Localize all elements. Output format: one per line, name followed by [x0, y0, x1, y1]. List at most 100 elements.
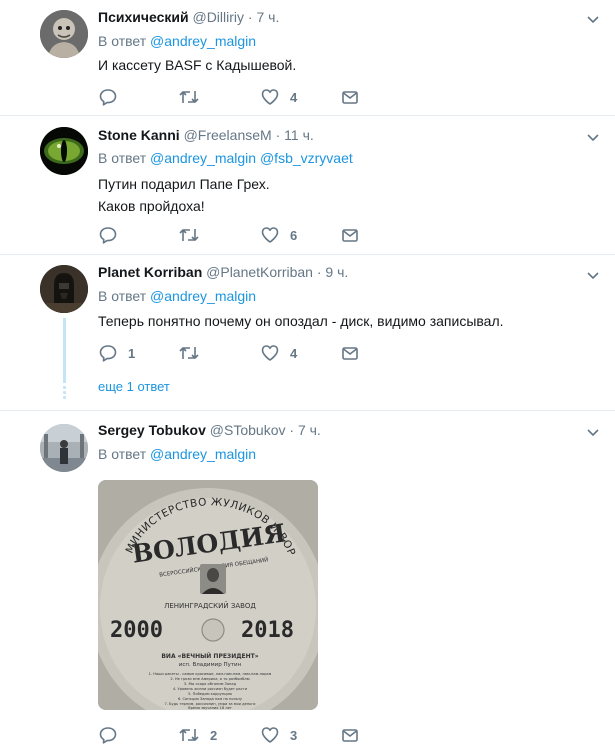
record-label-image: МИНИСТЕРСТВО ЖУЛИКОВ И ВОРОВ ВОЛОДИЯ ВСЕ… [98, 480, 318, 710]
user-handle[interactable]: @PlanetKorriban [206, 264, 313, 280]
thread-dot [63, 396, 66, 399]
retweet-icon [179, 91, 199, 103]
retweet-icon [179, 347, 199, 359]
avatar[interactable] [40, 265, 88, 313]
thread-dot [63, 391, 66, 394]
tweet-actions: 6 [98, 223, 398, 247]
reply-context: В ответ @andrey_malgin @fsb_vzryvaet [98, 150, 353, 166]
label-track: 1. Наши ракеты - самые красивые, пам-пам… [149, 672, 272, 676]
retweet-button[interactable] [178, 223, 210, 247]
tweet-freelansem[interactable]: Stone Kanni @FreelanseM · 11 ч. В ответ … [0, 116, 615, 254]
label-year-end: 2018 [241, 618, 294, 643]
separator-dot: · [247, 9, 253, 25]
display-name[interactable]: Stone Kanni [98, 127, 180, 143]
tweet-text: И кассету BASF с Кадышевой. [98, 57, 297, 73]
direct-message-button[interactable] [341, 223, 359, 247]
reply-button[interactable] [98, 85, 128, 109]
tweet-dilliriy[interactable]: Психический @Dilliriy · 7 ч. В ответ @an… [0, 0, 615, 115]
reply-button[interactable] [98, 223, 128, 247]
like-count: 4 [290, 345, 298, 361]
label-track: 2. Не грози мне Америка, а то разбомблю [170, 677, 249, 681]
direct-message-button[interactable] [341, 85, 359, 109]
like-button[interactable]: 4 [260, 341, 297, 365]
record-hole [201, 618, 225, 642]
user-handle[interactable]: @Dilliriy [192, 9, 244, 25]
avatar[interactable] [40, 127, 88, 175]
direct-message-icon [342, 91, 358, 104]
like-button[interactable]: 3 [260, 723, 297, 747]
thread-connector [63, 318, 66, 383]
like-count: 6 [290, 227, 298, 243]
like-icon [261, 345, 279, 361]
tweet-actions: 1 4 [98, 341, 398, 365]
display-name[interactable]: Sergey Tobukov [98, 422, 206, 438]
label-year-start: 2000 [110, 618, 163, 643]
chevron-down-icon[interactable] [586, 14, 600, 24]
reply-icon [99, 345, 117, 362]
like-icon [261, 89, 279, 105]
timestamp[interactable]: 7 ч. [256, 9, 279, 25]
retweet-count: 2 [210, 727, 218, 743]
chevron-down-icon[interactable] [586, 270, 600, 280]
reply-icon [99, 727, 117, 744]
timestamp[interactable]: 7 ч. [298, 422, 321, 438]
reply-count: 1 [128, 345, 136, 361]
like-icon [261, 227, 279, 243]
label-performer: исп. Владимир Путин [179, 662, 242, 668]
direct-message-icon [342, 347, 358, 360]
mention-link[interactable]: @andrey_malgin [150, 150, 256, 166]
reply-button[interactable]: 1 [98, 341, 135, 365]
show-more-replies-link[interactable]: еще 1 ответ [98, 377, 170, 397]
label-ensemble: ВИА «ВЕЧНЫЙ ПРЕЗИДЕНТ» [161, 652, 258, 660]
tweet-actions: 2 3 [98, 723, 398, 747]
mention-link[interactable]: @andrey_malgin [150, 446, 256, 462]
display-name[interactable]: Planet Korriban [98, 264, 202, 280]
retweet-button[interactable]: 2 [178, 723, 217, 747]
separator-dot: · [316, 264, 322, 280]
tweet-media-image[interactable]: МИНИСТЕРСТВО ЖУЛИКОВ И ВОРОВ ВОЛОДИЯ ВСЕ… [98, 480, 318, 710]
label-track: 3. Мы скоро обгоним Запад [184, 682, 237, 686]
retweet-button[interactable] [178, 85, 210, 109]
label-factory: ЛЕНИНГРАДСКИЙ ЗАВОД [164, 601, 256, 610]
timestamp[interactable]: 9 ч. [325, 264, 348, 280]
label-duration: Время звучания 18 лет [188, 706, 232, 710]
tweet-text: Путин подарил Папе Грех. Каков пройдоха! [98, 176, 270, 214]
like-count: 3 [290, 727, 298, 743]
user-handle[interactable]: @FreelanseM [184, 127, 272, 143]
like-button[interactable]: 6 [260, 223, 297, 247]
reply-context: В ответ @andrey_malgin [98, 33, 257, 49]
separator-dot: · [275, 127, 281, 143]
tweet-text: Теперь понятно почему он опоздал - диск,… [98, 313, 504, 329]
direct-message-button[interactable] [341, 723, 359, 747]
chevron-down-icon[interactable] [586, 132, 600, 142]
reply-button[interactable] [98, 723, 128, 747]
label-track: 5. Победим коррупцию [188, 692, 232, 696]
mention-link[interactable]: @andrey_malgin [150, 288, 256, 304]
direct-message-button[interactable] [341, 341, 359, 365]
timestamp[interactable]: 11 ч. [284, 127, 314, 143]
reply-icon [99, 89, 117, 106]
direct-message-icon [342, 229, 358, 242]
retweet-button[interactable] [178, 341, 210, 365]
separator-dot: · [289, 422, 295, 438]
reply-context: В ответ @andrey_malgin [98, 288, 257, 304]
tweet-actions: 4 [98, 85, 398, 109]
reply-icon [99, 227, 117, 244]
avatar[interactable] [40, 424, 88, 472]
label-track: 6. Санкции Запада нам на пользу [178, 697, 243, 701]
like-button[interactable]: 4 [260, 85, 297, 109]
like-count: 4 [290, 89, 298, 105]
retweet-icon [179, 729, 199, 741]
chevron-down-icon[interactable] [586, 427, 600, 437]
retweet-icon [179, 229, 199, 241]
mention-link[interactable]: @fsb_vzryvaet [260, 150, 353, 166]
user-handle[interactable]: @STobukov [210, 422, 286, 438]
reply-context: В ответ @andrey_malgin [98, 446, 257, 462]
like-icon [261, 727, 279, 743]
thread-dot [63, 386, 66, 389]
display-name[interactable]: Психический [98, 9, 189, 25]
avatar[interactable] [40, 10, 88, 58]
tweet-planetkorriban[interactable]: Planet Korriban @PlanetKorriban · 9 ч. В… [0, 255, 615, 410]
mention-link[interactable]: @andrey_malgin [150, 33, 256, 49]
direct-message-icon [342, 729, 358, 742]
